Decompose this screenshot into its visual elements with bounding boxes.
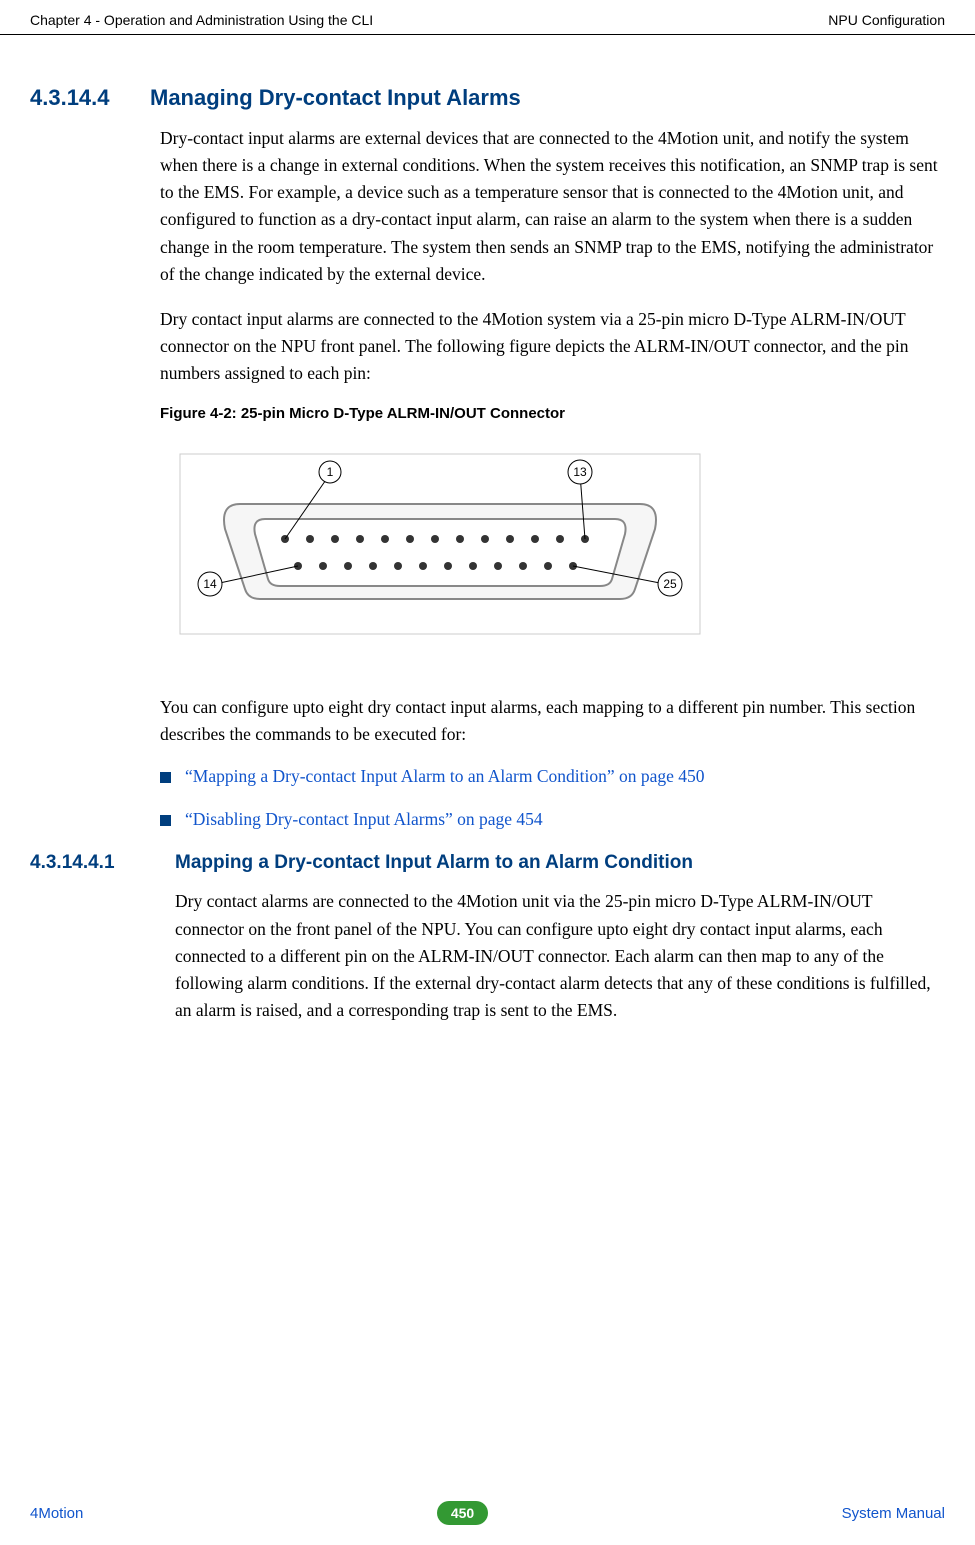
section-heading: 4.3.14.4 Managing Dry-contact Input Alar… bbox=[30, 85, 945, 111]
list-item: “Disabling Dry-contact Input Alarms” on … bbox=[160, 809, 945, 830]
subsection-heading: 4.3.14.4.1 Mapping a Dry-contact Input A… bbox=[30, 852, 945, 874]
header-right: NPU Configuration bbox=[828, 12, 945, 28]
body-paragraph: Dry contact alarms are connected to the … bbox=[175, 888, 945, 1024]
pin-label-25: 25 bbox=[663, 577, 677, 591]
pin-label-14: 14 bbox=[203, 577, 217, 591]
footer-product: 4Motion bbox=[30, 1505, 83, 1522]
xref-link-disabling[interactable]: “Disabling Dry-contact Input Alarms” on … bbox=[185, 809, 543, 830]
pin-label-13: 13 bbox=[573, 465, 587, 479]
list-item: “Mapping a Dry-contact Input Alarm to an… bbox=[160, 766, 945, 787]
header-left: Chapter 4 - Operation and Administration… bbox=[30, 12, 373, 28]
bullet-icon bbox=[160, 772, 171, 783]
connector-diagram-icon: 1 13 14 25 bbox=[160, 434, 720, 654]
pin-label-1: 1 bbox=[327, 465, 334, 479]
figure-caption: Figure 4-2: 25-pin Micro D-Type ALRM-IN/… bbox=[160, 405, 945, 422]
section-title: Managing Dry-contact Input Alarms bbox=[150, 85, 521, 111]
page-content: 4.3.14.4 Managing Dry-contact Input Alar… bbox=[0, 35, 975, 1024]
page-header: Chapter 4 - Operation and Administration… bbox=[0, 0, 975, 35]
body-paragraph: Dry contact input alarms are connected t… bbox=[160, 306, 945, 387]
footer-manual: System Manual bbox=[842, 1505, 945, 1522]
page-number-badge: 450 bbox=[437, 1501, 488, 1525]
body-paragraph: Dry-contact input alarms are external de… bbox=[160, 125, 945, 288]
subsection-title: Mapping a Dry-contact Input Alarm to an … bbox=[175, 852, 693, 874]
body-paragraph: You can configure upto eight dry contact… bbox=[160, 694, 945, 748]
page-footer: 4Motion 450 System Manual bbox=[30, 1501, 945, 1525]
link-list: “Mapping a Dry-contact Input Alarm to an… bbox=[160, 766, 945, 830]
bullet-icon bbox=[160, 815, 171, 826]
xref-link-mapping[interactable]: “Mapping a Dry-contact Input Alarm to an… bbox=[185, 766, 705, 787]
figure-connector: 1 13 14 25 bbox=[160, 434, 945, 654]
section-number: 4.3.14.4 bbox=[30, 85, 150, 111]
subsection-number: 4.3.14.4.1 bbox=[30, 852, 175, 874]
